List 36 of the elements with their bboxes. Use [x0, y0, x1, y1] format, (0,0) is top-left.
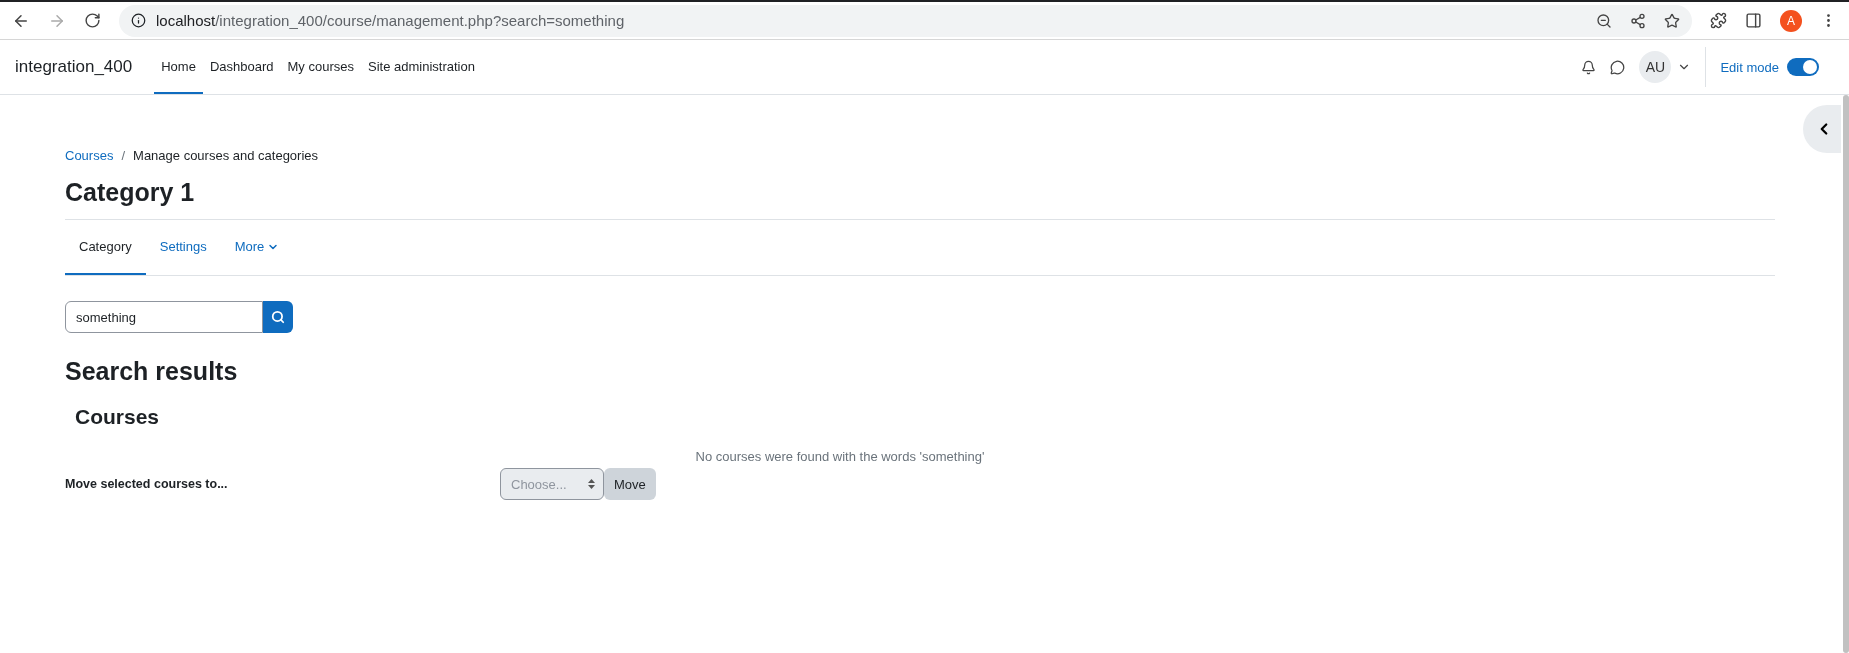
- reload-icon[interactable]: [84, 12, 101, 29]
- results-heading: Search results: [65, 357, 239, 386]
- bell-icon[interactable]: [1581, 59, 1597, 75]
- move-label: Move selected courses to...: [65, 477, 229, 491]
- drawer-toggle[interactable]: [1803, 105, 1841, 153]
- url-text: localhost/integration_400/course/management.php?search=something: [156, 12, 625, 29]
- page-title: Category 1: [65, 178, 196, 208]
- breadcrumb-text: Manage courses and categories: [133, 148, 319, 163]
- star-icon[interactable]: [1664, 12, 1680, 29]
- side-panel-icon[interactable]: [1745, 12, 1762, 29]
- empty-message: No courses were found with the words 'something': [695, 449, 985, 464]
- scrollbar[interactable]: [1843, 95, 1849, 653]
- sort-arrows-icon: [588, 479, 595, 489]
- info-icon: [131, 13, 146, 28]
- section-heading: Courses: [75, 405, 161, 429]
- nav-link[interactable]: Dashboard: [202, 40, 281, 94]
- search-button[interactable]: [263, 301, 293, 333]
- breadcrumb-link[interactable]: Courses: [65, 148, 114, 163]
- edit-mode-label: Edit mode: [1720, 59, 1779, 75]
- tab[interactable]: Settings: [145, 220, 221, 275]
- tab[interactable]: Category: [65, 220, 146, 275]
- nav-link[interactable]: Home: [154, 40, 203, 94]
- share-icon[interactable]: [1630, 12, 1646, 29]
- search-field[interactable]: something: [65, 301, 263, 333]
- search-icon: [271, 310, 285, 324]
- address-bar[interactable]: localhost/integration_400/course/management.php?search=something: [119, 4, 1692, 37]
- user-avatar[interactable]: AU: [1639, 51, 1672, 83]
- nav-link[interactable]: Site administration: [361, 40, 482, 94]
- breadcrumb-separator: /: [121, 148, 126, 163]
- tab[interactable]: More: [220, 220, 294, 275]
- site-name[interactable]: integration_400: [15, 57, 133, 77]
- edit-mode-toggle[interactable]: [1787, 58, 1819, 76]
- nav-link[interactable]: My courses: [280, 40, 361, 94]
- zoom-out-icon[interactable]: [1596, 12, 1612, 29]
- chat-icon[interactable]: [1610, 59, 1626, 75]
- puzzle-icon[interactable]: [1710, 12, 1727, 29]
